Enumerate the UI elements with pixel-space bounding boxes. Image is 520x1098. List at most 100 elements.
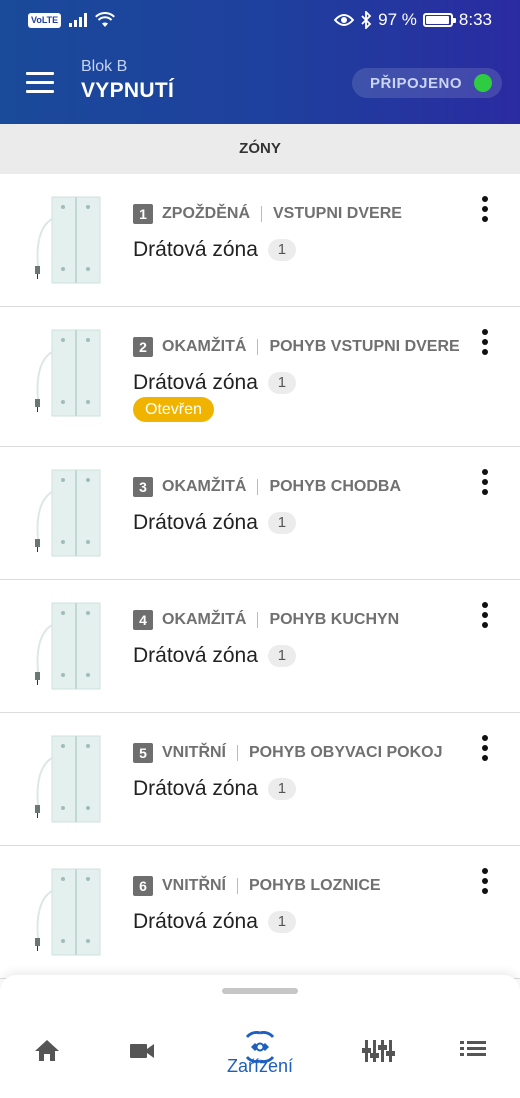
zone-device-name: Drátová zóna (133, 644, 258, 667)
zone-meta: 1 ZPOŽDĚNÁ VSTUPNI DVERE (133, 204, 402, 224)
zone-row[interactable]: 4 OKAMŽITÁ POHYB KUCHYN Drátová zóna 1 (0, 580, 520, 713)
zone-device: Drátová zóna 1 (133, 371, 296, 395)
home-icon (35, 1040, 59, 1061)
more-options-icon[interactable] (480, 329, 490, 355)
zone-device: Drátová zóna 1 (133, 238, 296, 262)
camera-icon (130, 1044, 154, 1058)
zone-label: VSTUPNI DVERE (273, 205, 402, 222)
zone-row[interactable]: 3 OKAMŽITÁ POHYB CHODBA Drátová zóna 1 (0, 447, 520, 580)
zone-meta: 6 VNITŘNÍ POHYB LOZNICE (133, 876, 381, 896)
wired-sensor-image (26, 600, 106, 692)
zone-count-badge: 1 (267, 239, 296, 261)
status-left: VoLTE (28, 12, 116, 28)
zone-device: Drátová zóna 1 (133, 777, 296, 801)
zone-label: POHYB VSTUPNI DVERE (269, 338, 460, 355)
wired-sensor-image (26, 733, 106, 825)
connection-status: PŘIPOJENO (352, 68, 502, 98)
more-options-icon[interactable] (480, 602, 490, 628)
battery-percent: 97 % (378, 10, 417, 29)
wired-sensor-image (26, 866, 106, 958)
zone-device-name: Drátová zóna (133, 777, 258, 800)
zone-label: POHYB OBYVACI POKOJ (249, 744, 443, 761)
connection-indicator (474, 74, 492, 92)
wifi-icon (95, 12, 116, 27)
zone-row[interactable]: 2 OKAMŽITÁ POHYB VSTUPNI DVERE Drátová z… (0, 307, 520, 447)
mixer-icon (362, 1040, 395, 1062)
eye-icon (334, 14, 355, 26)
app-header: Blok B VYPNUTÍ PŘIPOJENO (0, 44, 520, 124)
zone-device: Drátová zóna 1 (133, 910, 296, 934)
zone-row[interactable]: 1 ZPOŽDĚNÁ VSTUPNI DVERE Drátová zóna 1 (0, 174, 520, 307)
zone-count-badge: 1 (267, 911, 296, 933)
zone-separator (257, 612, 259, 628)
connection-label: PŘIPOJENO (370, 74, 463, 92)
zone-number: 6 (133, 876, 153, 896)
zone-type: OKAMŽITÁ (162, 338, 247, 355)
zone-meta: 2 OKAMŽITÁ POHYB VSTUPNI DVERE (133, 337, 460, 357)
zone-label: POHYB LOZNICE (249, 877, 381, 894)
zone-meta: 3 OKAMŽITÁ POHYB CHODBA (133, 477, 401, 497)
zone-count-badge: 1 (267, 645, 296, 667)
zone-count-badge: 1 (267, 778, 296, 800)
more-options-icon[interactable] (480, 868, 490, 894)
zone-number: 2 (133, 337, 153, 357)
nav-mixer[interactable] (348, 1020, 408, 1080)
zone-list: 1 ZPOŽDĚNÁ VSTUPNI DVERE Drátová zóna 1 (0, 174, 520, 979)
zone-label: POHYB KUCHYN (269, 611, 400, 628)
zone-type: VNITŘNÍ (162, 877, 226, 894)
zone-row[interactable]: 5 VNITŘNÍ POHYB OBYVACI POKOJ Drátová zó… (0, 713, 520, 846)
zone-number: 5 (133, 743, 153, 763)
zone-count-badge: 1 (267, 372, 296, 394)
more-options-icon[interactable] (480, 196, 490, 222)
zone-separator (257, 479, 259, 495)
signal-icon (69, 13, 88, 27)
bluetooth-icon (361, 11, 372, 29)
battery-icon (422, 13, 456, 27)
drag-handle[interactable] (222, 988, 298, 994)
zone-device-name: Drátová zóna (133, 238, 258, 261)
zone-device-name: Drátová zóna (133, 511, 258, 534)
zone-row[interactable]: 6 VNITŘNÍ POHYB LOZNICE Drátová zóna 1 (0, 846, 520, 979)
zone-separator (237, 878, 238, 894)
zone-type: OKAMŽITÁ (162, 611, 247, 628)
nav-home[interactable] (17, 1020, 77, 1080)
zone-meta: 5 VNITŘNÍ POHYB OBYVACI POKOJ (133, 743, 443, 763)
app-top-area: VoLTE 97 % 8:33 Blok B VYPNUTÍ PŘIPOJENO (0, 0, 520, 124)
header-subtitle: Blok B (81, 58, 128, 75)
nav-list[interactable] (443, 1020, 503, 1080)
menu-icon[interactable] (26, 72, 54, 94)
bottom-navigation: Zařízení (0, 975, 520, 1098)
zone-number: 3 (133, 477, 153, 497)
zone-label: POHYB CHODBA (269, 478, 401, 495)
more-options-icon[interactable] (480, 469, 490, 495)
zone-separator (237, 745, 238, 761)
zone-device: Drátová zóna 1 (133, 511, 296, 535)
wired-sensor-image (26, 327, 106, 419)
nav-camera[interactable] (112, 1020, 172, 1080)
wired-sensor-image (26, 194, 106, 286)
zone-device-name: Drátová zóna (133, 371, 258, 394)
section-header: ZÓNY (0, 124, 520, 174)
zone-device: Drátová zóna 1 (133, 644, 296, 668)
status-right: 97 % 8:33 (334, 10, 492, 30)
battery-fill (425, 16, 450, 24)
zone-number: 1 (133, 204, 153, 224)
clock: 8:33 (458, 10, 492, 29)
zone-device-name: Drátová zóna (133, 910, 258, 933)
nav-devices-label[interactable]: Zařízení (215, 1056, 305, 1077)
wired-sensor-image (26, 467, 106, 559)
header-title: VYPNUTÍ (81, 79, 175, 102)
list-icon (460, 1041, 486, 1056)
zone-type: VNITŘNÍ (162, 744, 226, 761)
status-bar: VoLTE 97 % 8:33 (0, 0, 520, 44)
zone-count-badge: 1 (267, 512, 296, 534)
zone-separator (261, 206, 262, 222)
zone-type: OKAMŽITÁ (162, 478, 247, 495)
more-options-icon[interactable] (480, 735, 490, 761)
zone-type: ZPOŽDĚNÁ (162, 205, 250, 222)
volte-badge: VoLTE (28, 12, 62, 28)
zone-meta: 4 OKAMŽITÁ POHYB KUCHYN (133, 610, 399, 630)
zone-number: 4 (133, 610, 153, 630)
zone-separator (257, 339, 259, 355)
status-badge: Otevřen (133, 397, 214, 422)
